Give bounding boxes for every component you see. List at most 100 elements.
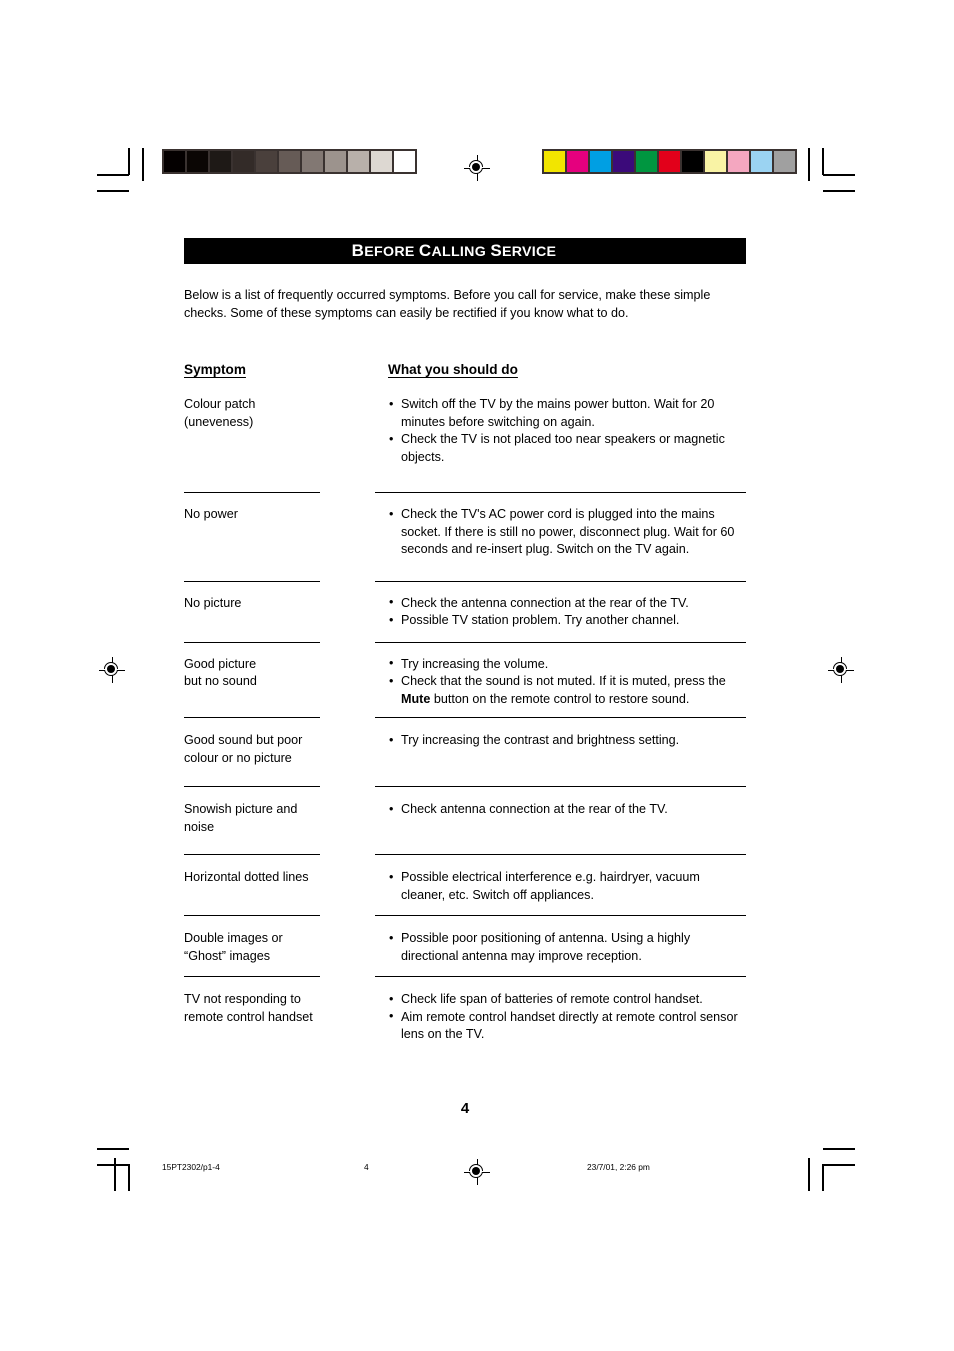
colour-patch-7 [705,151,726,172]
row-spacer [184,708,746,717]
page-content: BEFORE CALLING SERVICE Below is a list o… [184,238,746,1117]
footer-file-reference: 15PT2302/p1-4 [162,1162,220,1172]
symptom-line: Colour patch [184,397,256,411]
crop-mark-top-right-vertical-outer [808,148,810,181]
grayscale-patch-9 [371,151,392,172]
action-cell: • Try increasing the volume. • Check that t… [388,656,746,709]
action-bullet: • Check the TV's AC power cord is plugged… [389,506,735,557]
footer-timestamp: 23/7/01, 2:26 pm [587,1162,650,1172]
bullet-icon: • [389,396,394,411]
symptom-line: Good sound but poor [184,733,303,747]
colour-patch-4 [636,151,657,172]
grayscale-patch-1 [187,151,208,172]
colour-calibration-strip [542,149,797,174]
symptom-line: noise [184,819,215,834]
symptom-cell: Double images or “Ghost” images [184,930,388,965]
title-word-body: ALLING [431,244,487,260]
crop-mark-bottom-left-horizontal-upper [97,1148,129,1150]
registration-mark-right-middle [828,657,854,683]
colour-patch-6 [682,151,703,172]
table-row: TV not responding to remote control hands… [184,977,746,1044]
bullet-icon: • [389,930,394,945]
grayscale-patch-2 [210,151,231,172]
action-bullet: • Possible electrical interference e.g. h… [389,869,700,902]
table-row: Good sound but poor colour or no picture •… [184,718,746,767]
symptom-cell: Colour patch (uneveness) [184,396,388,466]
grayscale-patch-5 [279,151,300,172]
colour-patch-1 [567,151,588,172]
bullet-icon: • [389,656,394,670]
grayscale-calibration-strip [162,149,417,174]
bullet-icon: • [389,732,394,747]
action-cell: • Check the antenna connection at the rea… [388,595,746,630]
action-bold-term: Mute [401,691,431,706]
troubleshooting-table: Symptom What you should do Colour patch (… [184,362,746,1044]
action-cell: • Possible poor positioning of antenna. U… [388,930,746,965]
colour-patch-2 [590,151,611,172]
crop-mark-top-right-horizontal-lower [823,190,855,192]
symptom-cell: Horizontal dotted lines [184,869,388,904]
row-spacer [184,904,746,915]
action-bullet: • Check that the sound is not muted. If i… [389,673,726,706]
symptom-cell: No power [184,506,388,559]
bullet-icon: • [389,612,394,627]
action-bullet: • Check antenna connection at the rear of… [389,801,668,817]
symptom-line: TV not responding to [184,992,301,1006]
row-spacer [184,559,746,581]
colour-patch-8 [728,151,749,172]
table-row: Snowish picture and noise • Check antenna c… [184,787,746,836]
symptom-line: but no sound [184,674,257,688]
symptom-line: colour or no picture [184,750,292,765]
action-cell: • Possible electrical interference e.g. h… [388,869,746,904]
crop-mark-bottom-left-horizontal-lower [97,1164,129,1166]
title-word-body: ERVICE [501,244,557,260]
registration-mark-top-center [464,155,490,181]
table-row: Good picture but no sound • Try increasing … [184,643,746,709]
crop-mark-bottom-right-vertical-inner [822,1164,824,1191]
row-spacer [184,466,746,492]
crop-mark-bottom-right-horizontal-upper [823,1148,855,1150]
action-bullet: • Possible TV station problem. Try anothe… [389,612,680,628]
page-title: BEFORE CALLING SERVICE [352,241,557,260]
bullet-icon: • [389,506,394,521]
action-bullet: • Possible poor positioning of antenna. U… [389,930,691,963]
action-bullet: • Check the antenna connection at the rea… [389,595,689,610]
table-row: No power • Check the TV's AC power cord is… [184,493,746,559]
symptom-cell: Good sound but poor colour or no picture [184,732,388,767]
row-spacer [184,836,746,854]
crop-mark-top-right-horizontal-upper [823,174,855,176]
crop-mark-top-left-vertical-inner [128,148,130,175]
bullet-icon: • [389,673,394,688]
intro-paragraph: Below is a list of frequently occurred s… [184,288,711,320]
crop-mark-bottom-right-vertical-outer [808,1158,810,1191]
action-cell: • Try increasing the contrast and brightn… [388,732,746,767]
grayscale-patch-7 [325,151,346,172]
crop-mark-top-left-horizontal-lower [97,190,129,192]
action-cell: • Check life span of batteries of remote … [388,991,746,1044]
bullet-icon: • [389,991,394,1006]
crop-mark-bottom-right-horizontal-lower [823,1164,855,1166]
crop-mark-top-right-vertical-inner [822,148,824,175]
grayscale-patch-10 [394,151,415,172]
row-spacer [184,630,746,642]
bullet-icon: • [389,431,394,446]
symptom-line: Good picture [184,656,257,671]
symptom-line: (uneveness) [184,414,254,429]
column-header-action: What you should do [388,362,518,377]
footer-page-number: 4 [364,1162,369,1172]
crop-mark-bottom-left-vertical-outer [114,1158,116,1191]
grayscale-patch-0 [164,151,185,172]
colour-patch-5 [659,151,680,172]
table-row: Horizontal dotted lines • Possible electri… [184,855,746,904]
registration-mark-left-middle [99,657,125,683]
bullet-icon: • [389,869,394,884]
title-word-body: EFORE [364,244,415,260]
symptom-line: Double images or [184,931,283,945]
bullet-icon: • [389,1009,394,1023]
title-word-initial: C [418,241,432,260]
symptom-cell: No picture [184,595,388,630]
grayscale-patch-4 [256,151,277,172]
table-row: Double images or “Ghost” images • Possible … [184,916,746,965]
action-bullet: • Check the TV is not placed too near spe… [389,431,725,464]
symptom-line: remote control handset [184,1009,313,1024]
